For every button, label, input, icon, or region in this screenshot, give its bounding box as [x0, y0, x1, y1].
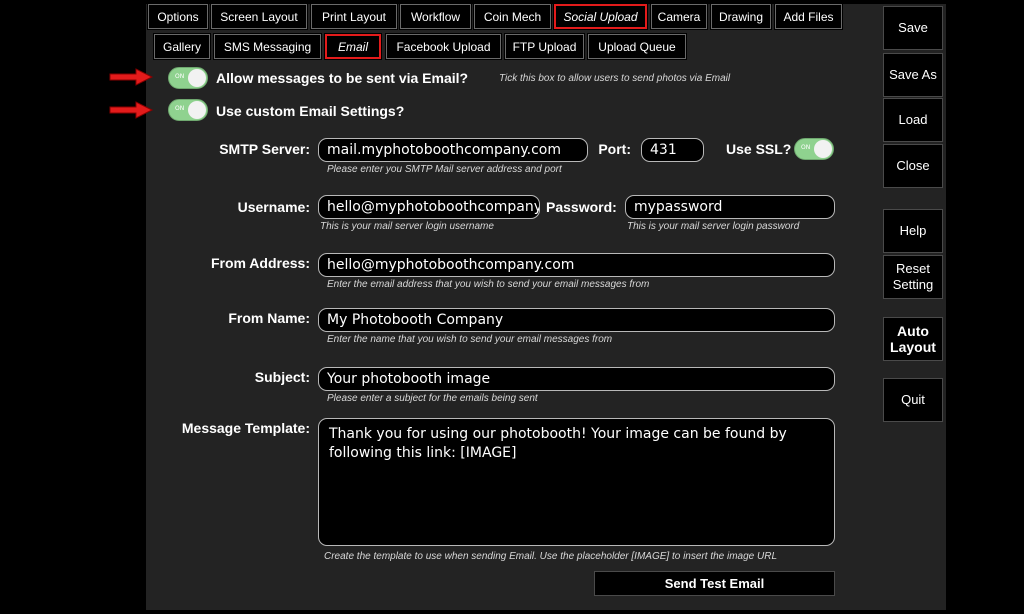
- help-button[interactable]: Help: [883, 209, 943, 253]
- message-template-textarea[interactable]: Thank you for using our photobooth! Your…: [318, 418, 835, 546]
- arrow-right-icon: [109, 68, 154, 86]
- from-address-label: From Address:: [210, 255, 310, 271]
- smtp-server-label: SMTP Server:: [219, 141, 310, 157]
- smtp-server-input[interactable]: mail.myphotoboothcompany.com: [318, 138, 588, 162]
- from-address-input[interactable]: hello@myphotoboothcompany.com: [318, 253, 835, 277]
- toggle-knob: [188, 69, 206, 87]
- username-input[interactable]: hello@myphotoboothcompany.co: [318, 195, 540, 219]
- save-as-button[interactable]: Save As: [883, 53, 943, 97]
- password-hint: This is your mail server login password: [627, 221, 800, 232]
- tab-print-layout[interactable]: Print Layout: [310, 3, 398, 30]
- subject-hint: Please enter a subject for the emails be…: [327, 393, 538, 404]
- reset-setting-button[interactable]: Reset Setting: [883, 255, 943, 299]
- quit-button[interactable]: Quit: [883, 378, 943, 422]
- arrow-right-icon: [109, 101, 154, 119]
- tab-coin-mech[interactable]: Coin Mech: [473, 3, 552, 30]
- username-hint: This is your mail server login username: [320, 221, 494, 232]
- from-address-hint: Enter the email address that you wish to…: [327, 279, 650, 290]
- toggle-knob: [814, 140, 832, 158]
- username-label: Username:: [237, 199, 310, 215]
- tab-camera[interactable]: Camera: [650, 3, 708, 30]
- smtp-server-hint: Please enter you SMTP Mail server addres…: [327, 164, 562, 175]
- auto-layout-button[interactable]: Auto Layout: [883, 317, 943, 361]
- tab-drawing[interactable]: Drawing: [710, 3, 772, 30]
- from-name-hint: Enter the name that you wish to send you…: [327, 334, 613, 345]
- ssl-label: Use SSL?: [726, 141, 792, 157]
- port-input[interactable]: 431: [641, 138, 704, 162]
- custom-settings-label: Use custom Email Settings?: [216, 103, 405, 119]
- subtab-ftp-upload[interactable]: FTP Upload: [504, 33, 585, 60]
- tab-workflow[interactable]: Workflow: [399, 3, 472, 30]
- allow-email-label: Allow messages to be sent via Email?: [216, 70, 469, 86]
- save-button[interactable]: Save: [883, 6, 943, 50]
- subtab-email[interactable]: Email: [324, 33, 382, 60]
- password-input[interactable]: mypassword: [625, 195, 835, 219]
- close-button[interactable]: Close: [883, 144, 943, 188]
- toggle-on-label: ON: [801, 144, 811, 151]
- tab-options[interactable]: Options: [147, 3, 209, 30]
- from-name-label: From Name:: [228, 310, 310, 326]
- subject-input[interactable]: Your photobooth image: [318, 367, 835, 391]
- subtab-facebook-upload[interactable]: Facebook Upload: [385, 33, 502, 60]
- toggle-knob: [188, 101, 206, 119]
- load-button[interactable]: Load: [883, 98, 943, 142]
- port-label: Port:: [598, 141, 631, 157]
- send-test-email-button[interactable]: Send Test Email: [594, 571, 835, 596]
- subject-label: Subject:: [254, 369, 310, 385]
- tab-add-files[interactable]: Add Files: [774, 3, 843, 30]
- toggle-on-label: ON: [175, 73, 185, 80]
- message-template-hint: Create the template to use when sending …: [324, 551, 778, 562]
- allow-email-hint: Tick this box to allow users to send pho…: [499, 73, 731, 84]
- from-name-input[interactable]: My Photobooth Company: [318, 308, 835, 332]
- tab-social-upload[interactable]: Social Upload: [553, 3, 648, 30]
- toggle-on-label: ON: [175, 105, 185, 112]
- custom-settings-toggle[interactable]: ON: [168, 99, 208, 121]
- allow-email-toggle[interactable]: ON: [168, 67, 208, 89]
- subtab-sms-messaging[interactable]: SMS Messaging: [213, 33, 322, 60]
- subtab-gallery[interactable]: Gallery: [153, 33, 211, 60]
- password-label: Password:: [546, 199, 617, 215]
- message-template-label: Message Template:: [181, 420, 310, 436]
- subtab-upload-queue[interactable]: Upload Queue: [587, 33, 687, 60]
- tab-screen-layout[interactable]: Screen Layout: [210, 3, 308, 30]
- ssl-toggle[interactable]: ON: [794, 138, 834, 160]
